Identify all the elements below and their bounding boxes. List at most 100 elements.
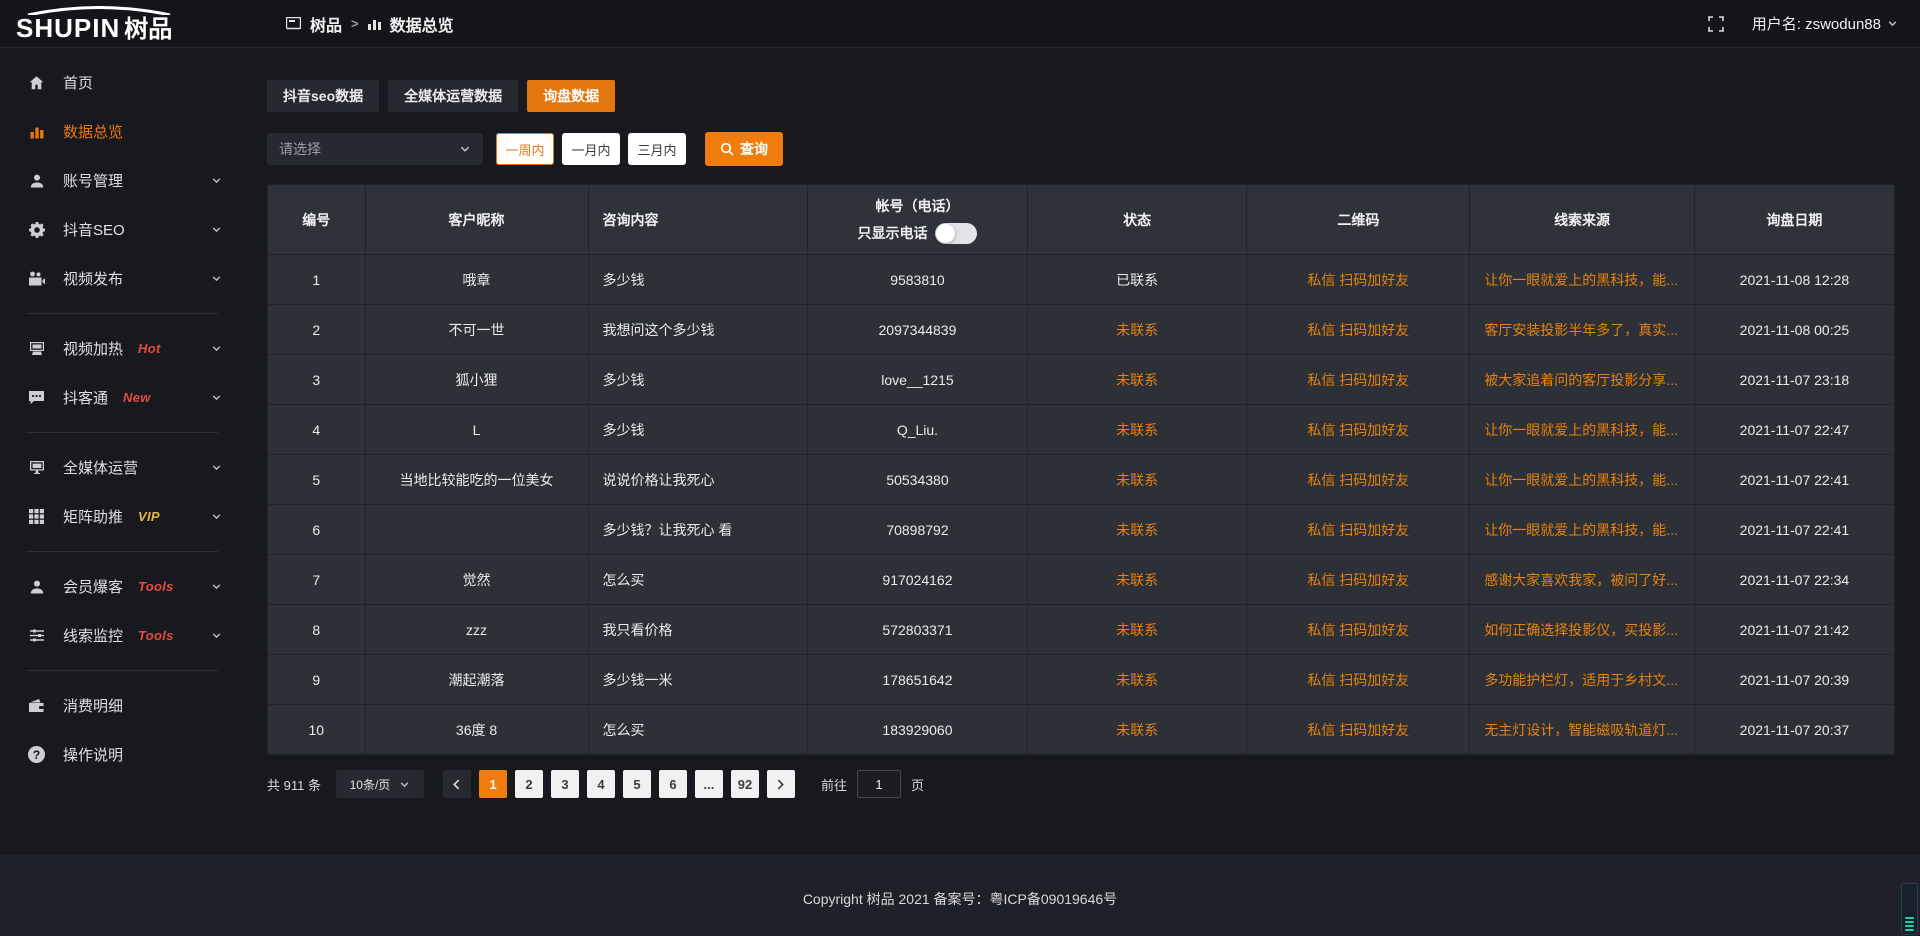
tab-douyin-seo-data[interactable]: 抖音seo数据 bbox=[267, 80, 379, 112]
cell-date: 2021-11-07 21:42 bbox=[1694, 605, 1894, 655]
bar-chart-icon bbox=[368, 17, 381, 30]
qrcode-link[interactable]: 私信 扫码加好友 bbox=[1247, 605, 1470, 655]
qrcode-link[interactable]: 私信 扫码加好友 bbox=[1247, 555, 1470, 605]
next-page-button[interactable] bbox=[767, 770, 795, 798]
status-badge: 已联系 bbox=[1027, 255, 1247, 305]
sidebar-item-label: 矩阵助推 bbox=[63, 506, 123, 527]
source-link[interactable]: 被大家追着问的客厅投影分享... bbox=[1470, 355, 1695, 405]
sidebar-item-video-heating[interactable]: 视频加热 Hot bbox=[0, 324, 240, 373]
phone-only-toggle[interactable] bbox=[935, 223, 977, 244]
sidebar-item-data-overview[interactable]: 数据总览 bbox=[0, 107, 240, 156]
source-link[interactable]: 多功能护栏灯，适用于乡村文... bbox=[1470, 655, 1695, 705]
col-source: 线索来源 bbox=[1470, 185, 1695, 255]
qrcode-link[interactable]: 私信 扫码加好友 bbox=[1247, 655, 1470, 705]
source-link[interactable]: 让你一眼就爱上的黑科技，能... bbox=[1470, 405, 1695, 455]
cell-account: love__1215 bbox=[808, 355, 1028, 405]
source-link[interactable]: 感谢大家喜欢我家，被问了好... bbox=[1470, 555, 1695, 605]
page-button-4[interactable]: 4 bbox=[587, 770, 615, 798]
qrcode-link[interactable]: 私信 扫码加好友 bbox=[1247, 455, 1470, 505]
qrcode-link[interactable]: 私信 扫码加好友 bbox=[1247, 705, 1470, 755]
goto-label: 前往 bbox=[821, 775, 847, 794]
goto-page-input[interactable] bbox=[857, 770, 901, 798]
chevron-down-icon bbox=[211, 273, 222, 284]
goto-suffix: 页 bbox=[911, 775, 924, 794]
page-button-6[interactable]: 6 bbox=[659, 770, 687, 798]
wallet-icon bbox=[27, 698, 46, 713]
sidebar-item-account-management[interactable]: 账号管理 bbox=[0, 156, 240, 205]
main-content: 抖音seo数据 全媒体运营数据 询盘数据 请选择 一周内 一月内 三月内 查询 … bbox=[240, 48, 1920, 855]
prev-page-button[interactable] bbox=[443, 770, 471, 798]
user-icon bbox=[27, 173, 46, 189]
page-button-2[interactable]: 2 bbox=[515, 770, 543, 798]
user-menu[interactable]: 用户名: zswodun88 bbox=[1752, 13, 1898, 34]
page-button-3[interactable]: 3 bbox=[551, 770, 579, 798]
cell-no: 1 bbox=[268, 255, 366, 305]
range-month-button[interactable]: 一月内 bbox=[562, 133, 620, 165]
sidebar-item-instructions[interactable]: ? 操作说明 bbox=[0, 730, 240, 779]
grid-icon bbox=[27, 509, 46, 524]
cell-no: 7 bbox=[268, 555, 366, 605]
qrcode-link[interactable]: 私信 扫码加好友 bbox=[1247, 255, 1470, 305]
status-badge: 未联系 bbox=[1027, 655, 1247, 705]
brand-name-en: SHUPIN bbox=[16, 15, 120, 41]
qrcode-link[interactable]: 私信 扫码加好友 bbox=[1247, 305, 1470, 355]
sidebar-item-douyin-seo[interactable]: 抖音SEO bbox=[0, 205, 240, 254]
sidebar-item-matrix-boost[interactable]: 矩阵助推 VIP bbox=[0, 492, 240, 541]
sidebar-item-member-leads[interactable]: 会员爆客 Tools bbox=[0, 562, 240, 611]
sidebar-item-lead-monitoring[interactable]: 线索监控 Tools bbox=[0, 611, 240, 660]
status-badge: 未联系 bbox=[1027, 605, 1247, 655]
sidebar-item-video-publish[interactable]: 视频发布 bbox=[0, 254, 240, 303]
monitor-icon bbox=[27, 341, 46, 356]
new-badge: New bbox=[123, 390, 151, 405]
browser-widget bbox=[1901, 883, 1918, 935]
page-button-5[interactable]: 5 bbox=[623, 770, 651, 798]
cell-nickname: zzz bbox=[365, 605, 588, 655]
source-link[interactable]: 如何正确选择投影仪，买投影... bbox=[1470, 605, 1695, 655]
sidebar-item-omnimedia-operation[interactable]: 全媒体运营 bbox=[0, 443, 240, 492]
chevron-down-icon bbox=[1887, 18, 1898, 29]
page-button-92[interactable]: 92 bbox=[731, 770, 759, 798]
source-link[interactable]: 无主灯设计，智能磁吸轨道灯... bbox=[1470, 705, 1695, 755]
cell-content: 我只看价格 bbox=[588, 605, 808, 655]
chevron-down-icon bbox=[211, 511, 222, 522]
source-link[interactable]: 让你一眼就爱上的黑科技，能... bbox=[1470, 255, 1695, 305]
account-select[interactable]: 请选择 bbox=[267, 133, 483, 165]
status-badge: 未联系 bbox=[1027, 555, 1247, 605]
topbar-right: 用户名: zswodun88 bbox=[1708, 13, 1920, 34]
qrcode-link[interactable]: 私信 扫码加好友 bbox=[1247, 405, 1470, 455]
status-badge: 未联系 bbox=[1027, 305, 1247, 355]
sidebar-divider bbox=[26, 670, 218, 671]
source-link[interactable]: 让你一眼就爱上的黑科技，能... bbox=[1470, 505, 1695, 555]
col-content: 咨询内容 bbox=[588, 185, 808, 255]
range-week-button[interactable]: 一周内 bbox=[496, 133, 554, 165]
cell-date: 2021-11-07 22:41 bbox=[1694, 455, 1894, 505]
tab-inquiry-data[interactable]: 询盘数据 bbox=[527, 80, 615, 112]
filter-bar: 请选择 一周内 一月内 三月内 查询 bbox=[267, 132, 1895, 166]
breadcrumb-separator: > bbox=[351, 16, 359, 31]
home-icon bbox=[27, 75, 46, 91]
qrcode-link[interactable]: 私信 扫码加好友 bbox=[1247, 355, 1470, 405]
qrcode-link[interactable]: 私信 扫码加好友 bbox=[1247, 505, 1470, 555]
sidebar-item-doukotong[interactable]: 抖客通 New bbox=[0, 373, 240, 422]
source-link[interactable]: 让你一眼就爱上的黑科技，能... bbox=[1470, 455, 1695, 505]
sidebar-item-label: 视频发布 bbox=[63, 268, 123, 289]
range-quarter-button[interactable]: 三月内 bbox=[628, 133, 686, 165]
page-button-1[interactable]: 1 bbox=[479, 770, 507, 798]
table-row: 10 36度 8 怎么买 183929060 未联系 私信 扫码加好友 无主灯设… bbox=[268, 705, 1895, 755]
search-button[interactable]: 查询 bbox=[705, 132, 783, 166]
cell-content: 怎么买 bbox=[588, 555, 808, 605]
breadcrumb-home[interactable]: 树品 bbox=[310, 12, 342, 36]
sidebar-item-consumption-details[interactable]: 消费明细 bbox=[0, 681, 240, 730]
page-size-select[interactable]: 10条/页 bbox=[336, 770, 424, 798]
col-status: 状态 bbox=[1027, 185, 1247, 255]
fullscreen-icon[interactable] bbox=[1708, 16, 1724, 32]
page-ellipsis[interactable]: ... bbox=[695, 770, 723, 798]
source-link[interactable]: 客厅安装投影半年多了，真实... bbox=[1470, 305, 1695, 355]
sidebar-item-home[interactable]: 首页 bbox=[0, 58, 240, 107]
tab-omnimedia-data[interactable]: 全媒体运营数据 bbox=[388, 80, 518, 112]
sidebar-item-label: 首页 bbox=[63, 72, 93, 93]
status-badge: 未联系 bbox=[1027, 705, 1247, 755]
chevron-down-icon bbox=[211, 343, 222, 354]
tools-badge: Tools bbox=[138, 628, 174, 643]
table-row: 9 潮起潮落 多少钱一米 178651642 未联系 私信 扫码加好友 多功能护… bbox=[268, 655, 1895, 705]
